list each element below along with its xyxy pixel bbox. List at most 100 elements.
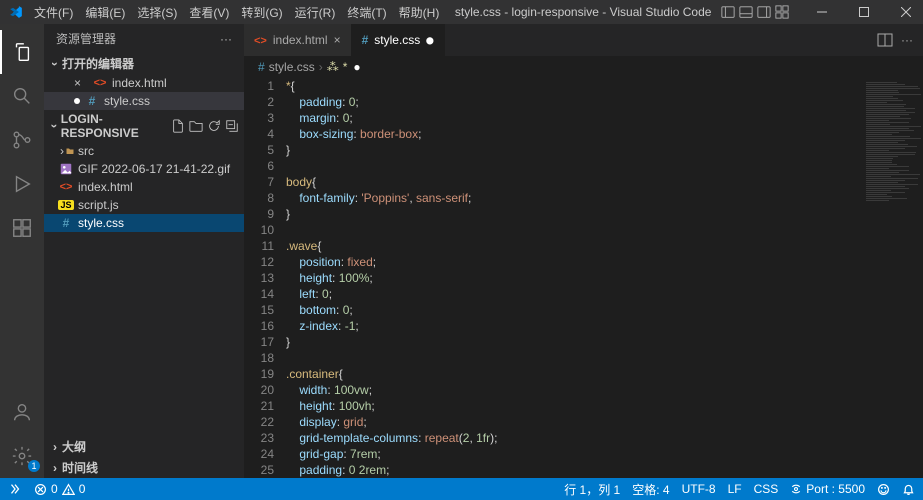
errors-count: 0 — [51, 482, 58, 496]
new-folder-icon[interactable] — [188, 118, 204, 134]
source-control-icon[interactable] — [0, 118, 44, 162]
open-editor-item[interactable]: ×<>index.html — [44, 74, 244, 92]
menu-item[interactable]: 文件(F) — [28, 4, 79, 21]
status-bell-icon[interactable] — [902, 483, 915, 496]
tree-item[interactable]: JSscript.js — [44, 196, 244, 214]
window-controls — [805, 0, 923, 24]
tree-item[interactable]: › src — [44, 142, 244, 160]
file-icon: # — [84, 93, 100, 109]
settings-badge: 1 — [28, 460, 40, 472]
timeline-header[interactable]: › 时间线 — [44, 457, 244, 478]
editor-area: <>index.html×#style.css● ··· # style.css… — [244, 24, 923, 478]
panel-bottom-icon[interactable] — [739, 5, 753, 19]
layout-controls — [721, 5, 789, 19]
breadcrumbs[interactable]: # style.css › ⁂ * ● — [244, 56, 923, 78]
menu-item[interactable]: 选择(S) — [131, 4, 183, 21]
extensions-icon[interactable] — [0, 206, 44, 250]
chevron-right-icon: › — [319, 60, 323, 74]
editor-tab[interactable]: #style.css● — [352, 24, 445, 56]
more-icon[interactable]: ··· — [901, 33, 913, 47]
accounts-icon[interactable] — [0, 390, 44, 434]
status-language[interactable]: CSS — [754, 482, 779, 496]
tree-item[interactable]: <> index.html — [44, 178, 244, 196]
search-icon[interactable] — [0, 74, 44, 118]
file-label: src — [78, 144, 94, 158]
status-problems[interactable]: 0 0 — [34, 482, 85, 496]
tree-item[interactable]: GIF 2022-06-17 21-41-22.gif — [44, 160, 244, 178]
outline-label: 大纲 — [62, 438, 86, 455]
warnings-count: 0 — [79, 482, 86, 496]
code-editor[interactable]: 1234567891011121314151617181920212223242… — [244, 78, 923, 478]
breadcrumb-symbol: * — [343, 60, 348, 74]
status-encoding[interactable]: UTF-8 — [682, 482, 716, 496]
menu-item[interactable]: 终端(T) — [341, 4, 392, 21]
status-spaces[interactable]: 空格: 4 — [632, 481, 669, 498]
minimap[interactable] — [863, 78, 923, 478]
file-icon: # — [58, 215, 74, 231]
line-number-gutter: 1234567891011121314151617181920212223242… — [244, 78, 286, 478]
file-icon: › — [58, 143, 74, 159]
run-debug-icon[interactable] — [0, 162, 44, 206]
open-editor-item[interactable]: # style.css — [44, 92, 244, 110]
chevron-down-icon: › — [47, 120, 61, 133]
status-liveserver[interactable]: Port : 5500 — [790, 482, 865, 496]
refresh-icon[interactable] — [206, 118, 222, 134]
more-icon[interactable]: ··· — [220, 32, 232, 46]
chevron-right-icon: › — [48, 440, 62, 454]
panel-left-icon[interactable] — [721, 5, 735, 19]
editor-tab[interactable]: <> index.html × — [244, 24, 352, 56]
breadcrumb-file: style.css — [269, 60, 315, 74]
tab-bar: <> index.html × #style.css● ··· — [244, 24, 923, 56]
open-editors-header[interactable]: › 打开的编辑器 — [44, 53, 244, 74]
chevron-down-icon: › — [48, 57, 62, 71]
split-editor-icon[interactable] — [877, 32, 893, 48]
close-icon[interactable]: × — [74, 76, 88, 90]
panel-right-icon[interactable] — [757, 5, 771, 19]
folder-header[interactable]: › LOGIN-RESPONSIVE — [44, 110, 244, 142]
open-editors-label: 打开的编辑器 — [62, 55, 134, 72]
modified-dot-icon: ● — [426, 33, 433, 47]
minimize-button[interactable] — [805, 0, 839, 24]
explorer-icon[interactable] — [0, 30, 44, 74]
file-icon: <> — [92, 75, 108, 91]
settings-gear-icon[interactable]: 1 — [0, 434, 44, 478]
sidebar-title-label: 资源管理器 — [56, 30, 116, 47]
tab-label: index.html — [273, 33, 328, 47]
modified-dot-icon — [74, 98, 80, 104]
file-label: style.css — [78, 216, 124, 230]
file-label: GIF 2022-06-17 21-41-22.gif — [78, 162, 230, 176]
file-label: script.js — [78, 198, 119, 212]
menu-item[interactable]: 运行(R) — [289, 4, 342, 21]
timeline-label: 时间线 — [62, 459, 98, 476]
maximize-button[interactable] — [847, 0, 881, 24]
activity-bar: 1 — [0, 24, 44, 478]
status-feedback-icon[interactable] — [877, 483, 890, 496]
vscode-logo-icon — [8, 4, 24, 20]
menu-item[interactable]: 编辑(E) — [79, 4, 131, 21]
file-icon — [58, 161, 74, 177]
status-cursor[interactable]: 行 1，列 1 — [564, 481, 620, 498]
close-icon[interactable]: × — [334, 33, 341, 47]
file-icon: <> — [58, 179, 74, 195]
collapse-all-icon[interactable] — [224, 118, 240, 134]
menu-item[interactable]: 转到(G) — [235, 4, 288, 21]
menu-item[interactable]: 帮助(H) — [393, 4, 446, 21]
close-button[interactable] — [889, 0, 923, 24]
titlebar: 文件(F)编辑(E)选择(S)查看(V)转到(G)运行(R)终端(T)帮助(H)… — [0, 0, 923, 24]
file-icon: <> — [254, 33, 267, 47]
file-label: style.css — [104, 94, 150, 108]
remote-icon[interactable] — [8, 482, 22, 496]
file-label: index.html — [78, 180, 133, 194]
status-eol[interactable]: LF — [728, 482, 742, 496]
new-file-icon[interactable] — [170, 118, 186, 134]
window-title: style.css - login-responsive - Visual St… — [449, 5, 717, 19]
folder-label: LOGIN-RESPONSIVE — [61, 112, 170, 140]
outline-header[interactable]: › 大纲 — [44, 436, 244, 457]
customize-layout-icon[interactable] — [775, 5, 789, 19]
status-port: Port : 5500 — [806, 482, 865, 496]
menu-bar: 文件(F)编辑(E)选择(S)查看(V)转到(G)运行(R)终端(T)帮助(H) — [28, 4, 445, 21]
code-lines[interactable]: *{ padding: 0; margin: 0; box-sizing: bo… — [286, 78, 863, 478]
tree-item[interactable]: # style.css — [44, 214, 244, 232]
menu-item[interactable]: 查看(V) — [183, 4, 235, 21]
css-file-icon: # — [258, 60, 265, 74]
